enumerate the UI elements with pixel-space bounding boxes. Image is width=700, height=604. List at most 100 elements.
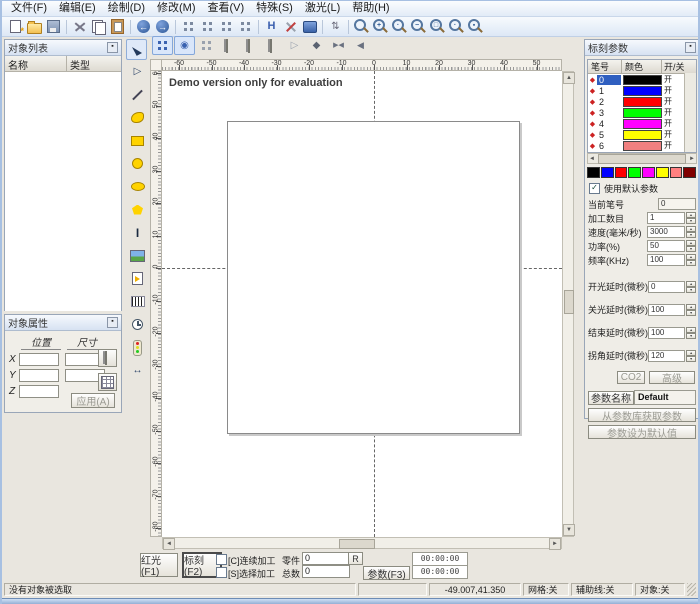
- lock-z-icon[interactable]: [262, 36, 283, 55]
- node-edit-icon[interactable]: ▷: [291, 41, 299, 51]
- objects-status[interactable]: 对象:关: [635, 583, 685, 596]
- tool-circle[interactable]: [126, 152, 149, 175]
- palette-swatch-4[interactable]: [642, 167, 655, 178]
- tool-curve[interactable]: [126, 106, 149, 129]
- spinner-icon[interactable]: ▴▾: [686, 226, 696, 238]
- tool-extend-axis[interactable]: ↔: [133, 366, 143, 376]
- object-list-pin-button[interactable]: ▪: [107, 42, 118, 53]
- menu-item-7[interactable]: 帮助(H): [346, 1, 395, 16]
- mirror-vertical-icon[interactable]: ▶◀: [333, 42, 344, 49]
- use-default-checkbox[interactable]: ✓: [589, 183, 600, 194]
- pen-column-0[interactable]: 笔号: [588, 60, 622, 73]
- pen-row-4[interactable]: ◆4开: [588, 118, 696, 129]
- menu-item-5[interactable]: 特殊(S): [250, 1, 299, 16]
- aspect-lock-button[interactable]: [98, 349, 117, 367]
- pen-row-1[interactable]: ◆1开: [588, 85, 696, 96]
- scroll-up-button[interactable]: ▲: [563, 72, 575, 84]
- menu-item-2[interactable]: 绘制(D): [102, 1, 151, 16]
- co2-button[interactable]: CO2: [617, 371, 645, 384]
- keypad-button[interactable]: [98, 373, 117, 391]
- delay-param-value-2[interactable]: 100: [648, 327, 685, 339]
- y-position-field[interactable]: [19, 369, 59, 382]
- pen-scroll-right-icon[interactable]: ►: [688, 156, 696, 162]
- tool-select[interactable]: [126, 39, 147, 60]
- spinner-icon[interactable]: ▴▾: [686, 350, 696, 362]
- special-scale-icon[interactable]: [217, 18, 236, 35]
- vertical-scroll-thumb[interactable]: [564, 290, 574, 314]
- palette-swatch-6[interactable]: [670, 167, 683, 178]
- param-name-button[interactable]: 参数名称: [588, 391, 634, 405]
- save-file-icon[interactable]: [44, 18, 63, 35]
- menu-item-6[interactable]: 激光(L): [299, 1, 346, 16]
- zoom-point-icon[interactable]: ·: [390, 18, 409, 35]
- tool-line[interactable]: [126, 83, 149, 106]
- menu-item-4[interactable]: 查看(V): [202, 1, 251, 16]
- advanced-button[interactable]: 高级: [649, 371, 695, 384]
- node-edit-icon[interactable]: ▷: [284, 36, 305, 55]
- tool-bitmap[interactable]: [126, 244, 149, 267]
- special-array-icon[interactable]: [179, 18, 198, 35]
- system-tools-icon[interactable]: [281, 18, 300, 35]
- redo-icon[interactable]: →: [153, 18, 172, 35]
- pen-row-6[interactable]: ◆6开: [588, 140, 696, 151]
- fill-icon[interactable]: ◆: [313, 41, 321, 51]
- horizontal-scroll-thumb[interactable]: [339, 539, 375, 549]
- grid-display-icon[interactable]: [196, 36, 217, 55]
- zoom-selection-icon[interactable]: ▪: [466, 18, 485, 35]
- pen-row-3[interactable]: ◆3开: [588, 107, 696, 118]
- palette-swatch-0[interactable]: [587, 167, 600, 178]
- pen-scroll-left-icon[interactable]: ◄: [588, 156, 596, 162]
- scroll-down-button[interactable]: ▼: [563, 524, 575, 536]
- tool-input-output[interactable]: [126, 336, 149, 359]
- pen-table-hscrollbar[interactable]: ◄ ►: [587, 153, 697, 164]
- tool-delay[interactable]: [126, 313, 149, 336]
- pen-order-icon[interactable]: ⇅: [331, 22, 339, 32]
- column-name[interactable]: 名称: [5, 56, 67, 71]
- get-from-library-button[interactable]: 从参数库获取参数: [588, 408, 696, 422]
- apply-button[interactable]: 应用(A): [71, 393, 115, 408]
- snap-grid-icon[interactable]: [152, 36, 173, 55]
- mirror-horizontal-icon[interactable]: ◀: [357, 41, 364, 50]
- lock-x-icon[interactable]: [218, 36, 239, 55]
- vertical-scrollbar[interactable]: ▲ ▼: [562, 71, 574, 537]
- new-file-icon[interactable]: *: [6, 18, 25, 35]
- pen-order-icon[interactable]: ⇅: [326, 18, 345, 35]
- grid-status[interactable]: 网格:关: [523, 583, 569, 596]
- delay-param-value-1[interactable]: 100: [648, 304, 685, 316]
- scroll-left-button[interactable]: ◄: [163, 538, 175, 550]
- spinner-icon[interactable]: ▴▾: [686, 304, 696, 316]
- snap-object-icon[interactable]: ◉: [174, 36, 195, 55]
- zoom-fit-page-icon[interactable]: □: [428, 18, 447, 35]
- part-count-field[interactable]: 0: [302, 552, 350, 565]
- spinner-icon[interactable]: ▴▾: [686, 240, 696, 252]
- menu-item-1[interactable]: 编辑(E): [53, 1, 102, 16]
- pen-param-value-4[interactable]: 100: [647, 254, 685, 266]
- fill-icon[interactable]: ◆: [306, 36, 327, 55]
- pen-param-value-2[interactable]: 3000: [647, 226, 685, 238]
- special-move-icon[interactable]: [236, 18, 255, 35]
- continuous-checkbox[interactable]: [216, 554, 227, 565]
- tool-rectangle[interactable]: [126, 129, 149, 152]
- open-file-icon[interactable]: [25, 18, 44, 35]
- palette-swatch-5[interactable]: [656, 167, 669, 178]
- zoom-out-icon[interactable]: −: [409, 18, 428, 35]
- spinner-icon[interactable]: ▴▾: [686, 327, 696, 339]
- mirror-horizontal-icon[interactable]: ◀: [350, 36, 371, 55]
- tool-text[interactable]: I: [136, 227, 139, 239]
- resize-grip[interactable]: [687, 583, 696, 596]
- spinner-icon[interactable]: ▴▾: [686, 212, 696, 224]
- tool-node-edit[interactable]: ▷: [134, 67, 142, 77]
- mirror-vertical-icon[interactable]: ▶◀: [328, 36, 349, 55]
- tool-node-edit[interactable]: ▷: [126, 60, 149, 83]
- guides-status[interactable]: 辅助线:关: [571, 583, 633, 596]
- panel-toggle-icon[interactable]: [300, 18, 319, 35]
- params-f3-button[interactable]: 参数(F3): [363, 566, 410, 580]
- tool-text[interactable]: I: [126, 221, 149, 244]
- pen-row-0[interactable]: ◆0开: [588, 74, 696, 85]
- menu-item-3[interactable]: 修改(M): [151, 1, 202, 16]
- param-name-value[interactable]: Default: [634, 390, 696, 405]
- lock-y-icon[interactable]: [240, 36, 261, 55]
- cut-icon[interactable]: [70, 18, 89, 35]
- tool-ellipse[interactable]: [126, 175, 149, 198]
- horizontal-scrollbar[interactable]: ◄ ►: [162, 537, 562, 549]
